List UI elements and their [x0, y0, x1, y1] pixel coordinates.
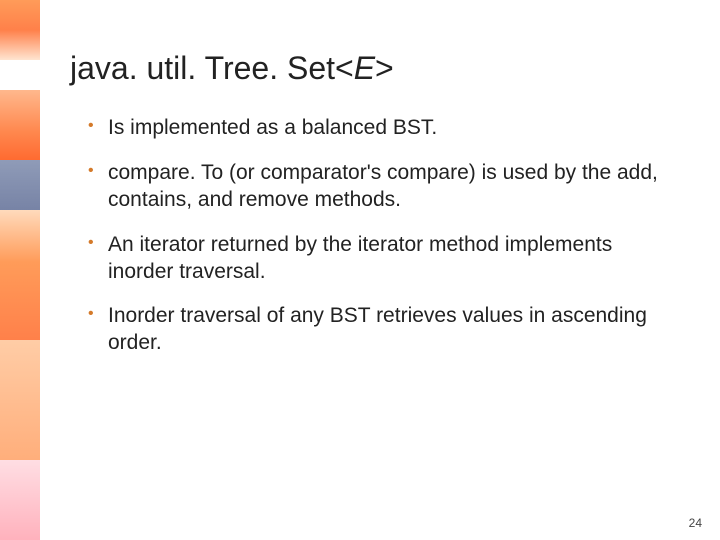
bullet-item: Inorder traversal of any BST retrieves v… [88, 303, 680, 357]
bullet-text: Is implemented as a balanced BST. [108, 116, 437, 139]
art-block [0, 160, 40, 210]
art-block [0, 210, 40, 340]
title-generic-param: E [354, 50, 375, 86]
art-block [0, 460, 40, 540]
art-block [0, 0, 40, 60]
decorative-left-strip [0, 0, 40, 540]
bullet-text: Inorder traversal of any BST retrieves v… [108, 304, 647, 354]
bullet-item: An iterator returned by the iterator met… [88, 232, 680, 286]
bullet-item: Is implemented as a balanced BST. [88, 115, 680, 142]
art-block [0, 60, 40, 90]
slide-content: java. util. Tree. Set<E> Is implemented … [70, 50, 680, 375]
art-block [0, 90, 40, 160]
page-number: 24 [689, 516, 702, 530]
art-block [0, 340, 40, 460]
title-text-suffix: > [375, 50, 394, 86]
bullet-text: An iterator returned by the iterator met… [108, 233, 612, 283]
bullet-text: compare. To (or comparator's compare) is… [108, 161, 658, 211]
bullet-list: Is implemented as a balanced BST. compar… [88, 115, 680, 357]
title-text-prefix: java. util. Tree. Set< [70, 50, 354, 86]
bullet-item: compare. To (or comparator's compare) is… [88, 160, 680, 214]
slide-title: java. util. Tree. Set<E> [70, 50, 680, 87]
